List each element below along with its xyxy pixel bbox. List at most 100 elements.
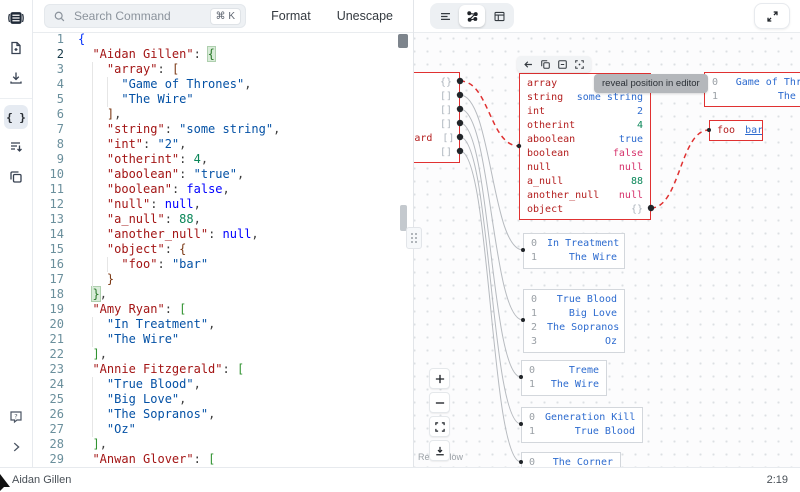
collapse-node-icon[interactable]: [556, 58, 569, 70]
panel-resize-handle[interactable]: [406, 227, 422, 249]
line-number[interactable]: 25: [32, 392, 76, 407]
code-lines[interactable]: { "Aidan Gillen": { "array": [ "Game of …: [78, 32, 280, 467]
graph-view-button[interactable]: [459, 5, 485, 27]
line-number[interactable]: 17: [32, 272, 76, 287]
graph-panel[interactable]: Aidan Gillen{}Amy Ryan[]Annie Fitzgerald…: [414, 0, 800, 467]
new-document-icon[interactable]: [4, 36, 28, 60]
code-line[interactable]: "Annie Fitzgerald": [: [78, 362, 280, 377]
line-number[interactable]: 19: [32, 302, 76, 317]
text-view-button[interactable]: [432, 5, 458, 27]
line-number[interactable]: 7: [32, 122, 76, 137]
line-number[interactable]: 16: [32, 257, 76, 272]
code-line[interactable]: "foo": "bar": [78, 257, 280, 272]
code-line[interactable]: "a_null": 88,: [78, 212, 280, 227]
node-row: 0Treme: [522, 364, 606, 378]
line-number[interactable]: 15: [32, 242, 76, 257]
code-line[interactable]: "In Treatment",: [78, 317, 280, 332]
json-editor[interactable]: 1234567891011121314151617181920212223242…: [32, 32, 413, 467]
zoom-out-button[interactable]: [429, 392, 450, 413]
code-line[interactable]: "boolean": false,: [78, 182, 280, 197]
search-input[interactable]: [72, 8, 204, 24]
code-line[interactable]: "otherint": 4,: [78, 152, 280, 167]
transform-icon[interactable]: [4, 135, 28, 159]
line-number[interactable]: 4: [32, 77, 76, 92]
line-number[interactable]: 12: [32, 197, 76, 212]
code-line[interactable]: "object": {: [78, 242, 280, 257]
line-number[interactable]: 28: [32, 437, 76, 452]
line-number[interactable]: 6: [32, 107, 76, 122]
json-braces-icon[interactable]: { }: [4, 105, 28, 129]
node-row: otherint4: [520, 119, 650, 133]
fit-view-button[interactable]: [429, 416, 450, 437]
array-node[interactable]: 0Generation Kill1True Blood: [521, 407, 643, 443]
code-line[interactable]: "Oz": [78, 422, 280, 437]
code-line[interactable]: "Amy Ryan": [: [78, 302, 280, 317]
code-line[interactable]: "int": "2",: [78, 137, 280, 152]
line-number[interactable]: 21: [32, 332, 76, 347]
line-number[interactable]: 5: [32, 92, 76, 107]
help-icon[interactable]: ?: [4, 405, 28, 429]
selected-object-node[interactable]: array[]stringsome stringint2otherint4abo…: [519, 73, 651, 220]
code-line[interactable]: "Game of Thrones",: [78, 77, 280, 92]
code-line[interactable]: "string": "some string",: [78, 122, 280, 137]
back-icon[interactable]: [522, 58, 535, 70]
line-number[interactable]: 18: [32, 287, 76, 302]
line-number[interactable]: 24: [32, 377, 76, 392]
line-number[interactable]: 3: [32, 62, 76, 77]
line-number[interactable]: 10: [32, 167, 76, 182]
code-line[interactable]: "The Sopranos",: [78, 407, 280, 422]
code-line[interactable]: "null": null,: [78, 197, 280, 212]
array-node[interactable]: 0True Blood1Big Love2The Sopranos3Oz: [523, 289, 625, 353]
editor-scrollbar-thumb[interactable]: [398, 34, 408, 48]
line-number[interactable]: 2: [32, 47, 76, 62]
code-line[interactable]: },: [78, 287, 280, 302]
code-line[interactable]: {: [78, 32, 280, 47]
download-icon[interactable]: [4, 66, 28, 90]
code-line[interactable]: ],: [78, 107, 280, 122]
code-line[interactable]: ],: [78, 347, 280, 362]
node-row: 1The Wire: [705, 90, 800, 104]
table-view-button[interactable]: [486, 5, 512, 27]
collapse-sidebar-icon[interactable]: [4, 435, 28, 459]
code-line[interactable]: "True Blood",: [78, 377, 280, 392]
code-line[interactable]: "Anwan Glover": [: [78, 452, 280, 467]
root-object-node[interactable]: Aidan Gillen{}Amy Ryan[]Annie Fitzgerald…: [414, 72, 460, 163]
line-number[interactable]: 22: [32, 347, 76, 362]
code-line[interactable]: "aboolean": "true",: [78, 167, 280, 182]
focus-node-icon[interactable]: [573, 58, 586, 70]
array-node[interactable]: 0Treme1The Wire: [521, 360, 607, 396]
code-line[interactable]: "The Wire": [78, 332, 280, 347]
search-command-box[interactable]: ⌘ K: [44, 4, 246, 28]
code-line[interactable]: }: [78, 272, 280, 287]
line-number[interactable]: 26: [32, 407, 76, 422]
format-button[interactable]: Format: [269, 5, 313, 27]
line-number[interactable]: 8: [32, 137, 76, 152]
line-number[interactable]: 27: [32, 422, 76, 437]
unescape-button[interactable]: Unescape: [335, 5, 395, 27]
app-logo-icon[interactable]: [4, 6, 28, 30]
foo-object-node[interactable]: foobar: [709, 120, 763, 141]
download-image-button[interactable]: [429, 440, 450, 461]
copy-icon[interactable]: [539, 58, 552, 70]
line-number[interactable]: 9: [32, 152, 76, 167]
zoom-in-button[interactable]: [429, 368, 450, 389]
code-line[interactable]: "another_null": null,: [78, 227, 280, 242]
code-line[interactable]: "The Wire": [78, 92, 280, 107]
duplicate-icon[interactable]: [4, 165, 28, 189]
array-node[interactable]: 0The Corner: [521, 452, 621, 467]
array-node[interactable]: 0In Treatment1The Wire: [523, 233, 625, 269]
fullscreen-button[interactable]: [754, 3, 790, 29]
code-line[interactable]: "array": [: [78, 62, 280, 77]
line-number[interactable]: 14: [32, 227, 76, 242]
code-line[interactable]: "Big Love",: [78, 392, 280, 407]
line-number[interactable]: 23: [32, 362, 76, 377]
array-values-node[interactable]: 0Game of Thrones1The Wire: [704, 72, 800, 107]
code-line[interactable]: ],: [78, 437, 280, 452]
line-number[interactable]: 1: [32, 32, 76, 47]
line-numbers[interactable]: 1234567891011121314151617181920212223242…: [32, 32, 76, 467]
code-line[interactable]: "Aidan Gillen": {: [78, 47, 280, 62]
line-number[interactable]: 20: [32, 317, 76, 332]
line-number[interactable]: 13: [32, 212, 76, 227]
line-number[interactable]: 29: [32, 452, 76, 467]
line-number[interactable]: 11: [32, 182, 76, 197]
